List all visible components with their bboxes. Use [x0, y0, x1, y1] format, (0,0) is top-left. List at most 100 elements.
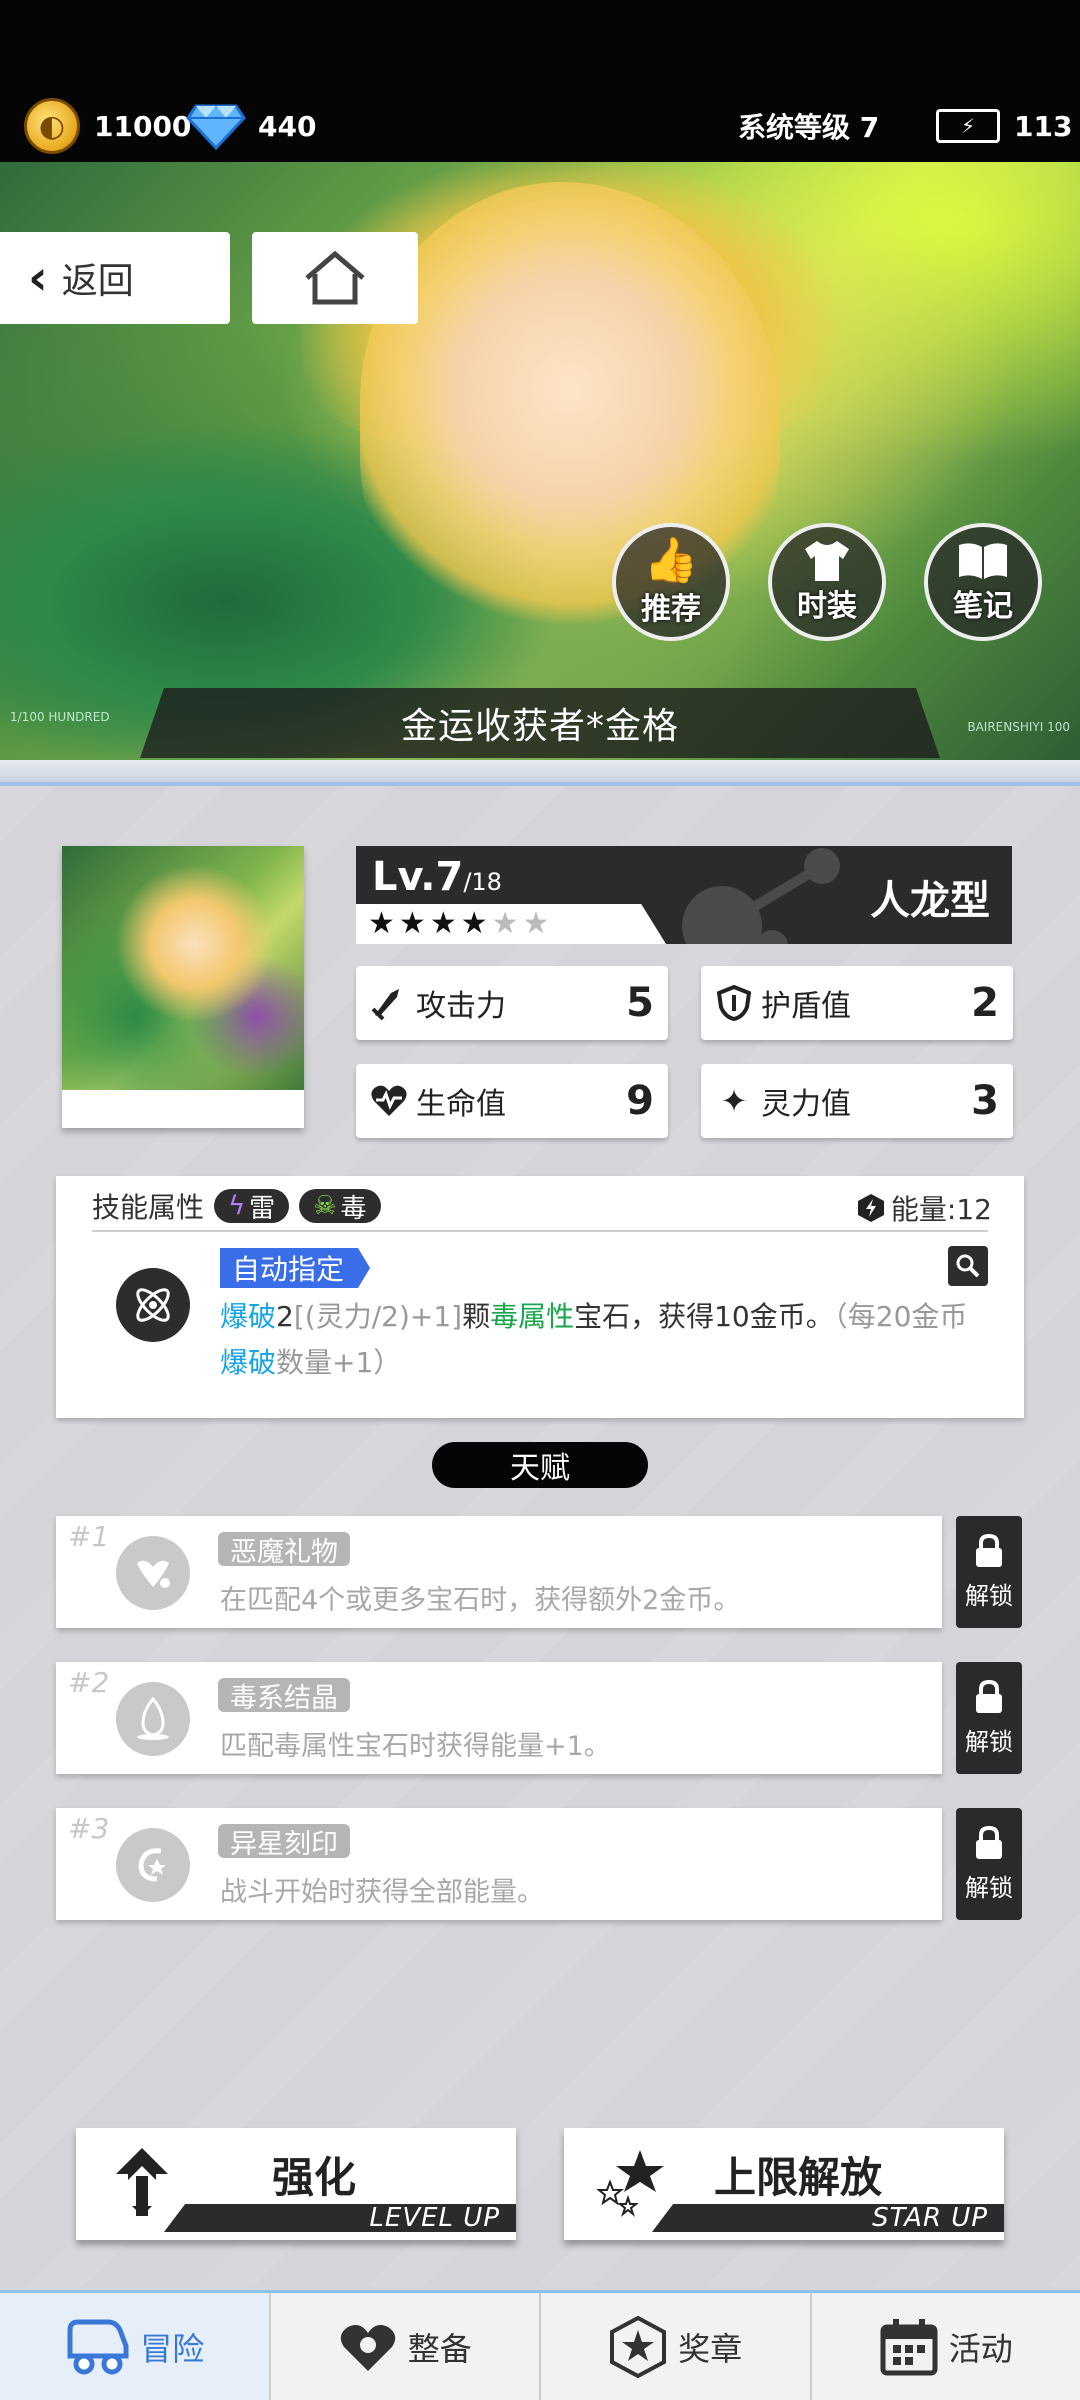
character-portrait-image — [62, 846, 304, 1090]
skill-description: 爆破2[(灵力/2)+1]颗毒属性宝石，获得10金币。（每20金币爆破数量+1） — [220, 1294, 988, 1386]
enhance-button[interactable]: 强化 LEVEL UP — [76, 2128, 516, 2240]
thumbs-up-icon: 👍 — [643, 535, 699, 586]
star-rating: ★ ★ ★ ★ ★ ★ — [356, 904, 666, 944]
spirit-value: 3 — [971, 1078, 999, 1124]
unlock-button-2[interactable]: 解锁 — [956, 1662, 1022, 1774]
heart-pulse-icon — [370, 1082, 408, 1120]
padlock-icon — [976, 1825, 1002, 1859]
talent-name: 毒系结晶 — [218, 1678, 350, 1714]
element-poison-label: 毒 — [340, 1193, 367, 1224]
talent-description: 匹配毒属性宝石时获得能量+1。 — [220, 1731, 611, 1762]
vehicle-icon — [67, 2319, 129, 2374]
level-value: Lv.7 — [372, 854, 464, 900]
talent-item-1[interactable]: #1 恶魔礼物 在匹配4个或更多宝石时，获得额外2金币。 — [56, 1516, 942, 1628]
magnifier-icon — [956, 1254, 980, 1278]
star-empty-icon: ★ — [491, 906, 519, 941]
star-filled-icon: ★ — [398, 906, 426, 941]
heart-gear-icon — [340, 2324, 395, 2371]
chevron-left-icon: ‹ — [28, 250, 48, 306]
enhance-sub-label: LEVEL UP — [164, 2204, 516, 2232]
sword-icon — [370, 984, 408, 1022]
back-button[interactable]: ‹ 返回 — [0, 232, 230, 324]
star-filled-icon: ★ — [368, 906, 395, 941]
bottom-navigation: 冒险 整备 奖章 活动 — [0, 2290, 1080, 2400]
shield-label: 护盾值 — [761, 989, 851, 1024]
notes-button[interactable]: 笔记 — [924, 523, 1042, 641]
medal-star-icon — [610, 2315, 667, 2378]
padlock-icon — [976, 1679, 1002, 1713]
poison-crystal-icon — [116, 1682, 190, 1756]
stars-icon — [596, 2150, 664, 2217]
desc-count: 2 — [276, 1300, 294, 1333]
padlock-icon — [976, 1533, 1002, 1567]
nav-label: 冒险 — [140, 2329, 205, 2368]
alien-star-mark-icon — [116, 1828, 190, 1902]
banner-divider — [0, 760, 1080, 786]
unlock-button-3[interactable]: 解锁 — [956, 1808, 1022, 1920]
limit-break-label: 上限解放 — [714, 2153, 883, 2202]
spirit-label: 灵力值 — [761, 1087, 851, 1122]
spirit-stat: ✦ 灵力值 3 — [701, 1064, 1013, 1138]
desc-formula: [(灵力/2)+1] — [293, 1300, 463, 1333]
nav-tab-medals[interactable]: 奖章 — [541, 2293, 812, 2400]
system-level: 系统等级 7 — [738, 111, 880, 144]
nav-tab-events[interactable]: 活动 — [812, 2293, 1080, 2400]
talent-name: 异星刻印 — [218, 1824, 350, 1860]
limit-break-button[interactable]: 上限解放 STAR UP — [564, 2128, 1004, 2240]
nav-label: 活动 — [948, 2329, 1013, 2368]
talent-number: #1 — [68, 1520, 110, 1553]
back-label: 返回 — [61, 261, 134, 302]
sparkle-icon: ✦ — [720, 1082, 748, 1120]
nav-tab-equipment[interactable]: 整备 — [271, 2293, 541, 2400]
gem-amount: 440 — [258, 109, 317, 143]
open-book-icon — [959, 543, 1007, 579]
hp-value: 9 — [626, 1078, 654, 1124]
talent-item-2[interactable]: #2 毒系结晶 匹配毒属性宝石时获得能量+1。 — [56, 1662, 942, 1774]
character-portrait-card[interactable] — [62, 846, 304, 1128]
attack-label: 攻击力 — [416, 989, 506, 1024]
unlock-label: 解锁 — [965, 1873, 1013, 1902]
unlock-label: 解锁 — [965, 1727, 1013, 1756]
poison-skull-icon: ☠ — [313, 1191, 337, 1221]
enhance-label: 强化 — [272, 2153, 357, 2202]
talent-item-3[interactable]: #3 异星刻印 战斗开始时获得全部能量。 — [56, 1808, 942, 1920]
desc-note-start: （每20金币 — [833, 1300, 968, 1333]
talent-description: 战斗开始时获得全部能量。 — [220, 1877, 544, 1908]
unlock-button-1[interactable]: 解锁 — [956, 1516, 1022, 1628]
diamond-icon — [186, 104, 246, 150]
recommend-button[interactable]: 👍 推荐 — [612, 523, 730, 641]
home-button[interactable] — [252, 232, 418, 324]
star-filled-icon: ★ — [429, 906, 457, 941]
nav-label: 奖章 — [678, 2329, 743, 2368]
talent-number: #2 — [68, 1666, 110, 1699]
level-header: Lv.7/18 ★ ★ ★ ★ ★ ★ 人龙型 — [356, 846, 1012, 944]
gold-counter: ◐ 11000 — [24, 98, 191, 154]
level-max: /18 — [463, 868, 502, 896]
character-type: 人龙型 — [870, 878, 990, 924]
nav-tab-adventure[interactable]: 冒险 — [0, 2293, 271, 2400]
desc-reward: 宝石，获得10金币。 — [574, 1300, 834, 1333]
nav-label: 整备 — [407, 2329, 472, 2368]
demon-gift-icon — [116, 1536, 190, 1610]
attack-stat: 攻击力 5 — [356, 966, 668, 1040]
attack-value: 5 — [626, 980, 654, 1026]
hp-label: 生命值 — [416, 1087, 506, 1122]
talent-section-title: 天赋 — [432, 1442, 648, 1488]
gold-amount: 11000 — [94, 109, 192, 143]
element-thunder-label: 雷 — [249, 1193, 276, 1224]
molecule-decoration-icon — [682, 848, 840, 944]
recommend-label: 推荐 — [641, 592, 701, 627]
limit-break-sub-label: STAR UP — [652, 2204, 1004, 2232]
character-name: 金运收获者*金格 — [140, 688, 940, 758]
skill-card: 技能属性 ϟ雷 ☠ 毒 能量:12 自动指定 爆破2[(灵力/2)+1]颗毒属性宝… — [56, 1176, 1024, 1418]
outfit-label: 时装 — [797, 589, 857, 624]
skill-detail-button[interactable] — [948, 1246, 988, 1286]
shield-icon — [715, 984, 753, 1022]
outfit-button[interactable]: 时装 — [768, 523, 886, 641]
energy-hexagon-icon — [857, 1194, 884, 1222]
desc-burst: 爆破 — [220, 1300, 277, 1333]
talent-name: 恶魔礼物 — [218, 1532, 350, 1568]
hp-stat: 生命值 9 — [356, 1064, 668, 1138]
skill-header: 技能属性 ϟ雷 ☠ 毒 — [92, 1186, 381, 1226]
talent-number: #3 — [68, 1812, 110, 1845]
